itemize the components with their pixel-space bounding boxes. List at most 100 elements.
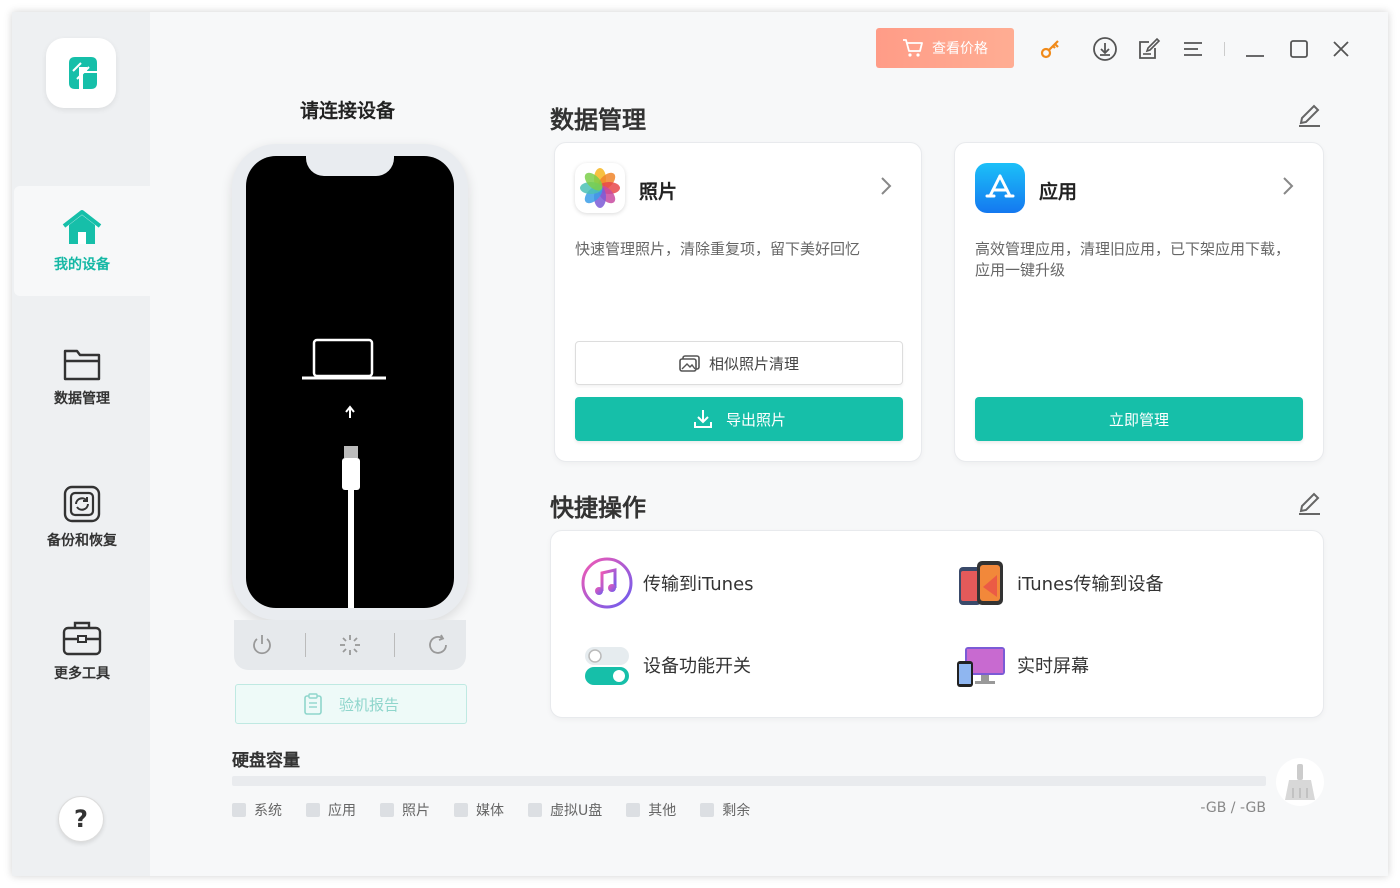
- power-icon[interactable]: [250, 633, 274, 657]
- sidebar-item-backup-restore[interactable]: 备份和恢复: [14, 462, 150, 572]
- chevron-right-icon[interactable]: [879, 175, 893, 197]
- export-photos-label: 导出照片: [725, 410, 786, 429]
- control-divider: [393, 633, 395, 657]
- apps-description: 高效管理应用，清理旧应用，已下架应用下载，应用一键升级: [975, 240, 1291, 279]
- legend-label: 系统: [254, 803, 282, 819]
- legend-swatch: [380, 803, 394, 817]
- data-management-title: 数据管理: [550, 106, 646, 134]
- broom-icon: [1285, 764, 1315, 800]
- maximize-button[interactable]: [1286, 36, 1312, 62]
- transfer-to-itunes-item[interactable]: 传输到iTunes: [581, 557, 754, 609]
- legend-label: 照片: [402, 803, 430, 819]
- feedback-button[interactable]: [1136, 36, 1162, 62]
- phones-icon: [959, 561, 1003, 605]
- legend-label: 虚拟U盘: [550, 803, 603, 819]
- loading-icon[interactable]: [338, 633, 362, 657]
- toolbox-icon: [62, 621, 102, 656]
- sidebar-item-my-device[interactable]: 我的设备: [14, 186, 150, 296]
- legend-item: 媒体: [454, 800, 504, 820]
- legend-swatch: [232, 803, 246, 817]
- photos-title: 照片: [639, 181, 678, 203]
- sidebar-item-data-management[interactable]: 数据管理: [14, 322, 150, 432]
- sidebar-item-label: 备份和恢复: [47, 533, 117, 549]
- disk-legend: 系统 应用 照片 媒体 虚拟U盘 其他 剩余: [232, 800, 774, 820]
- apps-card[interactable]: 应用 高效管理应用，清理旧应用，已下架应用下载，应用一键升级 立即管理: [954, 142, 1324, 462]
- photos-flower-icon: [580, 168, 620, 208]
- photos-icon: [575, 163, 625, 213]
- device-function-switch-item[interactable]: 设备功能开关: [581, 639, 751, 691]
- screen-mirror-icon: [955, 639, 1007, 691]
- manage-now-label: 立即管理: [1108, 410, 1169, 429]
- legend-label: 其他: [648, 803, 677, 819]
- sidebar-item-label: 数据管理: [54, 391, 110, 407]
- quick-item-label: iTunes传输到设备: [1017, 574, 1164, 595]
- clipboard-icon: [304, 693, 322, 715]
- laptop-connect-icon: [302, 338, 386, 608]
- legend-item: 应用: [306, 800, 356, 820]
- edit-icon[interactable]: [1296, 102, 1322, 128]
- legend-item: 其他: [626, 800, 676, 820]
- photo-stack-icon: [679, 355, 700, 372]
- disk-capacity-value: -GB / -GB: [1200, 800, 1266, 816]
- connect-device-title: 请连接设备: [300, 100, 396, 122]
- control-divider: [305, 633, 307, 657]
- app-store-glyph-icon: [985, 174, 1015, 198]
- maximize-icon: [1290, 40, 1308, 58]
- minimize-button[interactable]: [1242, 36, 1268, 62]
- monitor-phone-icon: [957, 647, 1005, 687]
- app-window: 我的设备 数据管理 备份和恢复 更多工具 ? 查看价格 请连接设备 验机报告 数…: [12, 12, 1388, 876]
- edit-note-icon: [1139, 37, 1161, 59]
- minimize-icon: [1246, 55, 1264, 57]
- folder-icon: [63, 349, 101, 381]
- chevron-right-icon[interactable]: [1281, 175, 1295, 197]
- app-store-icon: [975, 163, 1025, 213]
- menu-icon: [1184, 42, 1202, 56]
- similar-photos-cleanup-button[interactable]: 相似照片清理: [575, 341, 903, 385]
- legend-swatch: [528, 803, 542, 817]
- legend-item: 照片: [380, 800, 430, 820]
- sidebar-item-more-tools[interactable]: 更多工具: [14, 596, 150, 706]
- inspection-report-label: 验机报告: [338, 695, 399, 714]
- itunes-to-device-item[interactable]: iTunes传输到设备: [955, 557, 1164, 609]
- legend-swatch: [700, 803, 715, 817]
- legend-label: 媒体: [476, 803, 504, 819]
- apps-title: 应用: [1039, 181, 1078, 203]
- menu-button[interactable]: [1180, 36, 1206, 62]
- edit-icon[interactable]: [1296, 490, 1322, 516]
- download-button[interactable]: [1092, 36, 1118, 62]
- key-icon: [1040, 40, 1059, 59]
- key-button[interactable]: [1038, 36, 1064, 62]
- quick-item-label: 传输到iTunes: [643, 574, 754, 595]
- sidebar-item-label: 我的设备: [54, 257, 110, 273]
- sidebar: 我的设备 数据管理 备份和恢复 更多工具 ?: [12, 12, 150, 876]
- disk-capacity-title: 硬盘容量: [232, 751, 300, 771]
- real-time-screen-item[interactable]: 实时屏幕: [955, 639, 1089, 691]
- inspection-report-button[interactable]: 验机报告: [235, 684, 467, 724]
- photos-description: 快速管理照片，清除重复项，留下美好回忆: [575, 240, 861, 258]
- app-logo: [46, 38, 116, 108]
- manage-now-button[interactable]: 立即管理: [975, 397, 1303, 441]
- close-icon: [1333, 41, 1349, 57]
- cart-icon: [903, 39, 923, 57]
- export-photos-button[interactable]: 导出照片: [575, 397, 903, 441]
- toolbar-divider: [1224, 42, 1225, 56]
- phone-screen: [246, 156, 454, 608]
- similar-photos-label: 相似照片清理: [708, 354, 799, 373]
- help-icon: ?: [74, 805, 88, 833]
- photos-card[interactable]: 照片 快速管理照片，清除重复项，留下美好回忆 相似照片清理 导出照片: [554, 142, 922, 462]
- phone-controls: [234, 620, 466, 670]
- refresh-icon[interactable]: [426, 633, 450, 657]
- quick-actions-card: 传输到iTunes iTunes传输到设备 设备功能开关 实时屏幕: [550, 530, 1324, 718]
- legend-label: 应用: [328, 803, 356, 819]
- legend-item: 系统: [232, 800, 282, 820]
- download-icon: [693, 410, 712, 428]
- help-button[interactable]: ?: [58, 796, 104, 842]
- close-button[interactable]: [1328, 36, 1354, 62]
- view-price-label: 查看价格: [932, 41, 988, 57]
- clean-disk-button[interactable]: [1276, 758, 1324, 806]
- legend-label: 剩余: [722, 803, 751, 819]
- logo-icon: [69, 57, 97, 89]
- sidebar-item-label: 更多工具: [54, 666, 110, 682]
- view-price-button[interactable]: 查看价格: [876, 28, 1014, 68]
- disk-capacity-bar: [232, 776, 1266, 786]
